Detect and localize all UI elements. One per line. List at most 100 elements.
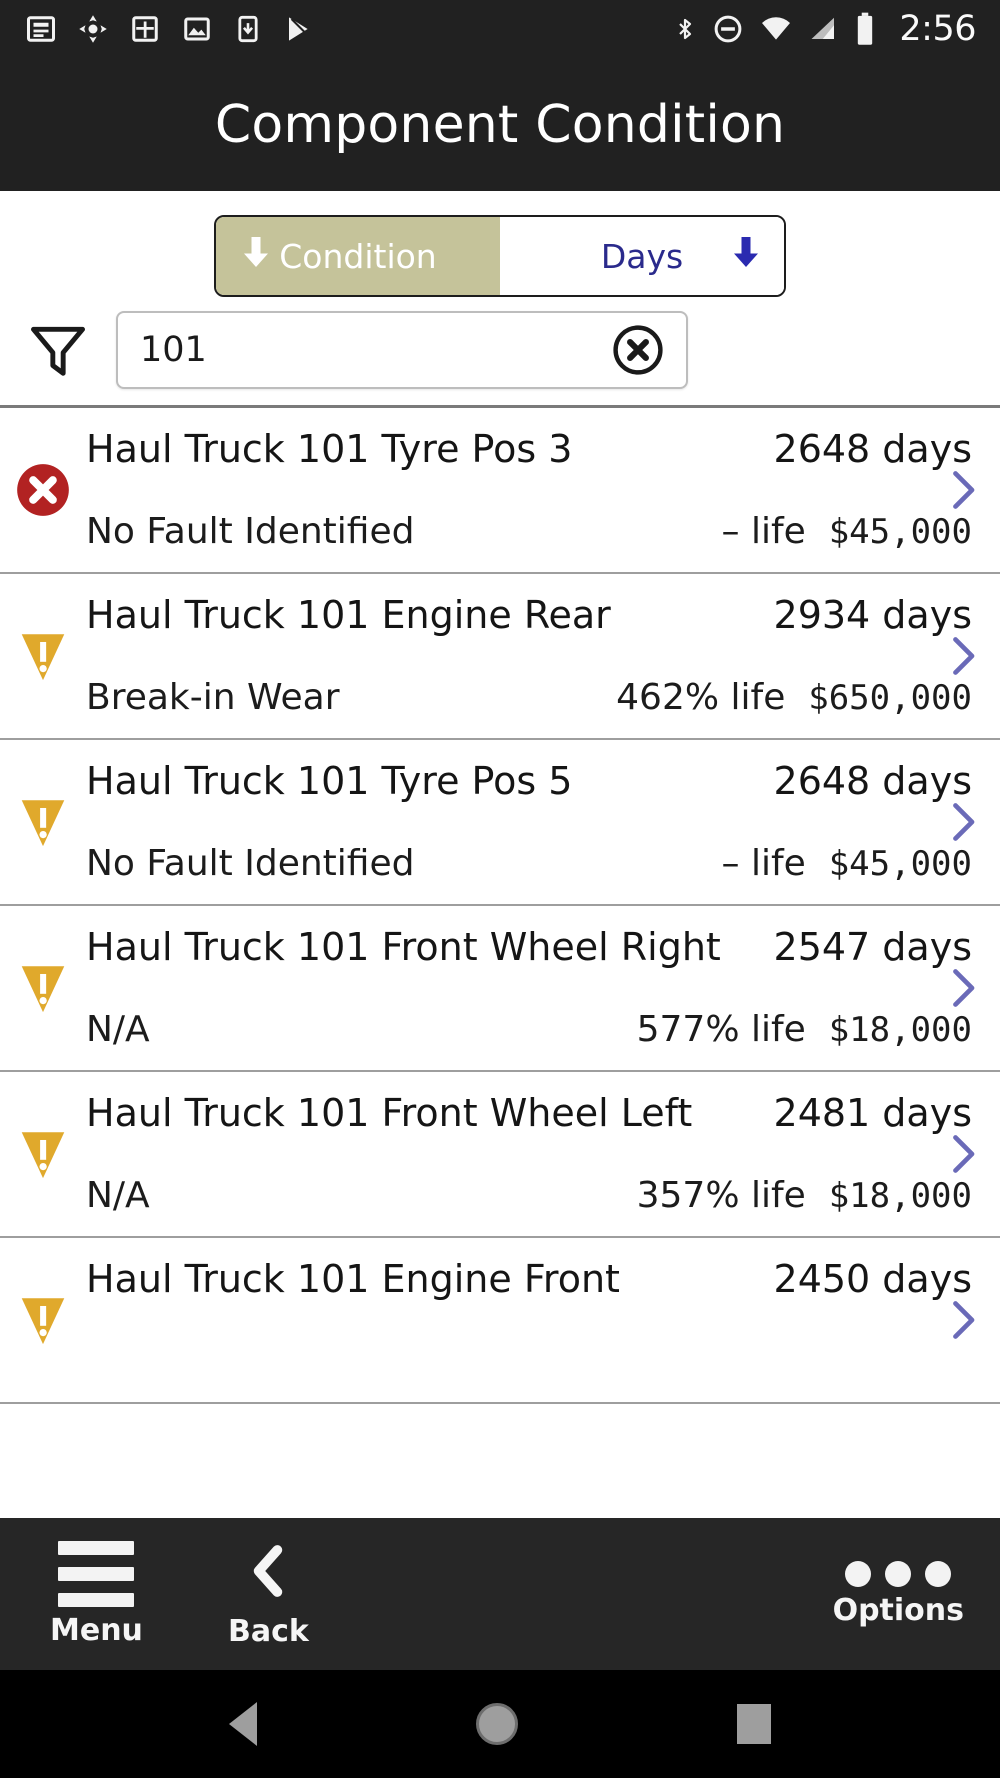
warning-triangle-icon [0, 740, 86, 904]
error-circle-icon [0, 408, 86, 572]
down-arrow-icon-days [728, 232, 764, 280]
battery-icon [858, 12, 873, 45]
row-life-label: life [750, 510, 806, 552]
chevron-right-icon[interactable] [930, 906, 992, 1070]
table-row[interactable]: Haul Truck 101 Engine Front 2450 days [0, 1238, 1000, 1404]
notification-icons [26, 13, 314, 45]
row-primary-line: Haul Truck 101 Front Wheel Right 2547 day… [86, 906, 988, 988]
sync-icon [79, 15, 107, 43]
android-nav-bar [0, 1670, 1000, 1778]
row-life-pct: – [721, 842, 740, 884]
sort-tabs-container: Condition Days [0, 191, 1000, 297]
row-fault: No Fault Identified [86, 510, 415, 552]
component-list[interactable]: Haul Truck 101 Tyre Pos 3 2648 days No Fau… [0, 405, 1000, 1518]
row-secondary-line: N/A 357% life $18,000 [86, 1154, 988, 1236]
row-content: Haul Truck 101 Engine Rear 2934 days Break… [86, 574, 1000, 738]
tab-days-label: Days [600, 236, 684, 276]
table-row[interactable]: Haul Truck 101 Front Wheel Right 2547 day… [0, 906, 1000, 1072]
row-primary-line: Haul Truck 101 Tyre Pos 3 2648 days [86, 408, 988, 490]
options-button[interactable]: Options [832, 1560, 964, 1628]
table-row[interactable]: Haul Truck 101 Front Wheel Left 2481 days… [0, 1072, 1000, 1238]
page-title: Component Condition [214, 94, 786, 155]
tab-days[interactable]: Days [500, 217, 784, 295]
news-icon [27, 16, 55, 42]
overflow-dots-icon [845, 1560, 952, 1587]
calendar-icon [132, 16, 158, 42]
row-life-label: life [750, 1174, 806, 1216]
row-title: Haul Truck 101 Engine Rear [86, 593, 611, 637]
menu-button[interactable]: Menu [50, 1540, 143, 1648]
row-content: Haul Truck 101 Tyre Pos 3 2648 days No Fau… [86, 408, 1000, 572]
tab-condition[interactable]: Condition [216, 217, 500, 295]
status-clock: 2:56 [899, 9, 976, 49]
filter-search-box[interactable] [116, 311, 688, 389]
table-row[interactable]: Haul Truck 101 Engine Rear 2934 days Break… [0, 574, 1000, 740]
app-title-bar: Component Condition [0, 58, 1000, 191]
system-icons: 2:56 [673, 9, 976, 49]
table-row[interactable]: Haul Truck 101 Tyre Pos 3 2648 days No Fau… [0, 408, 1000, 574]
chevron-right-icon[interactable] [930, 1238, 992, 1402]
wifi-icon [762, 17, 791, 40]
row-secondary-line: No Fault Identified – life $45,000 [86, 822, 988, 904]
back-button[interactable]: Back [228, 1539, 309, 1649]
hamburger-icon [58, 1540, 135, 1607]
row-life-pct: 462% [616, 676, 720, 718]
funnel-icon[interactable] [0, 319, 116, 381]
back-button-label: Back [228, 1614, 309, 1649]
row-primary-line: Haul Truck 101 Engine Front 2450 days [86, 1238, 988, 1320]
row-secondary-line [86, 1320, 988, 1402]
row-life-label: life [750, 842, 806, 884]
row-content: Haul Truck 101 Engine Front 2450 days [86, 1238, 1000, 1402]
search-input[interactable] [140, 330, 610, 370]
chevron-right-icon[interactable] [930, 740, 992, 904]
nav-home-circle-icon[interactable] [475, 1703, 518, 1745]
nav-back-triangle-icon[interactable] [229, 1702, 258, 1746]
row-secondary-line: No Fault Identified – life $45,000 [86, 490, 988, 572]
warning-triangle-icon [0, 1072, 86, 1236]
image-icon [184, 17, 210, 41]
do-not-disturb-icon [715, 15, 742, 43]
chevron-right-icon[interactable] [930, 408, 992, 572]
bluetooth-icon [679, 18, 692, 40]
row-fault: Break-in Wear [86, 676, 340, 718]
row-title: Haul Truck 101 Tyre Pos 5 [86, 759, 573, 803]
bottom-toolbar: Menu Back Options [0, 1518, 1000, 1670]
row-primary-line: Haul Truck 101 Engine Rear 2934 days [86, 574, 988, 656]
row-content: Haul Truck 101 Front Wheel Left 2481 days… [86, 1072, 1000, 1236]
status-bar: 2:56 [0, 0, 1000, 58]
table-row[interactable]: Haul Truck 101 Tyre Pos 5 2648 days No Fau… [0, 740, 1000, 906]
app-root: 2:56 Component Condition Condition Days [0, 0, 1000, 1778]
row-primary-line: Haul Truck 101 Tyre Pos 5 2648 days [86, 740, 988, 822]
row-content: Haul Truck 101 Front Wheel Right 2547 day… [86, 906, 1000, 1070]
row-content: Haul Truck 101 Tyre Pos 5 2648 days No Fau… [86, 740, 1000, 904]
row-life-pct: 357% [636, 1174, 740, 1216]
tab-condition-label: Condition [279, 236, 437, 276]
play-store-icon [288, 15, 311, 43]
row-life-label: life [730, 676, 786, 718]
row-secondary-line: Break-in Wear 462% life $650,000 [86, 656, 988, 738]
menu-button-label: Menu [50, 1612, 143, 1648]
row-title: Haul Truck 101 Engine Front [86, 1257, 620, 1301]
sort-tabs: Condition Days [214, 215, 786, 297]
chevron-right-icon[interactable] [930, 1072, 992, 1236]
row-life-pct: – [721, 510, 740, 552]
row-primary-line: Haul Truck 101 Front Wheel Left 2481 days [86, 1072, 988, 1154]
warning-triangle-icon [0, 574, 86, 738]
download-icon [238, 15, 258, 43]
row-title: Haul Truck 101 Tyre Pos 3 [86, 427, 573, 471]
row-title: Haul Truck 101 Front Wheel Left [86, 1091, 693, 1135]
warning-triangle-icon [0, 1238, 86, 1402]
row-title: Haul Truck 101 Front Wheel Right [86, 925, 721, 969]
clear-circle-icon[interactable] [610, 322, 670, 378]
row-life-label: life [750, 1008, 806, 1050]
row-life-pct: 577% [636, 1008, 740, 1050]
chevron-right-icon[interactable] [930, 574, 992, 738]
down-arrow-icon-condition [238, 232, 274, 280]
options-button-label: Options [832, 1592, 964, 1628]
cell-signal-icon [811, 17, 835, 39]
nav-recents-square-icon[interactable] [736, 1704, 771, 1744]
row-fault: No Fault Identified [86, 842, 415, 884]
filter-row [0, 297, 1000, 405]
chevron-left-icon [240, 1539, 296, 1608]
warning-triangle-icon [0, 906, 86, 1070]
